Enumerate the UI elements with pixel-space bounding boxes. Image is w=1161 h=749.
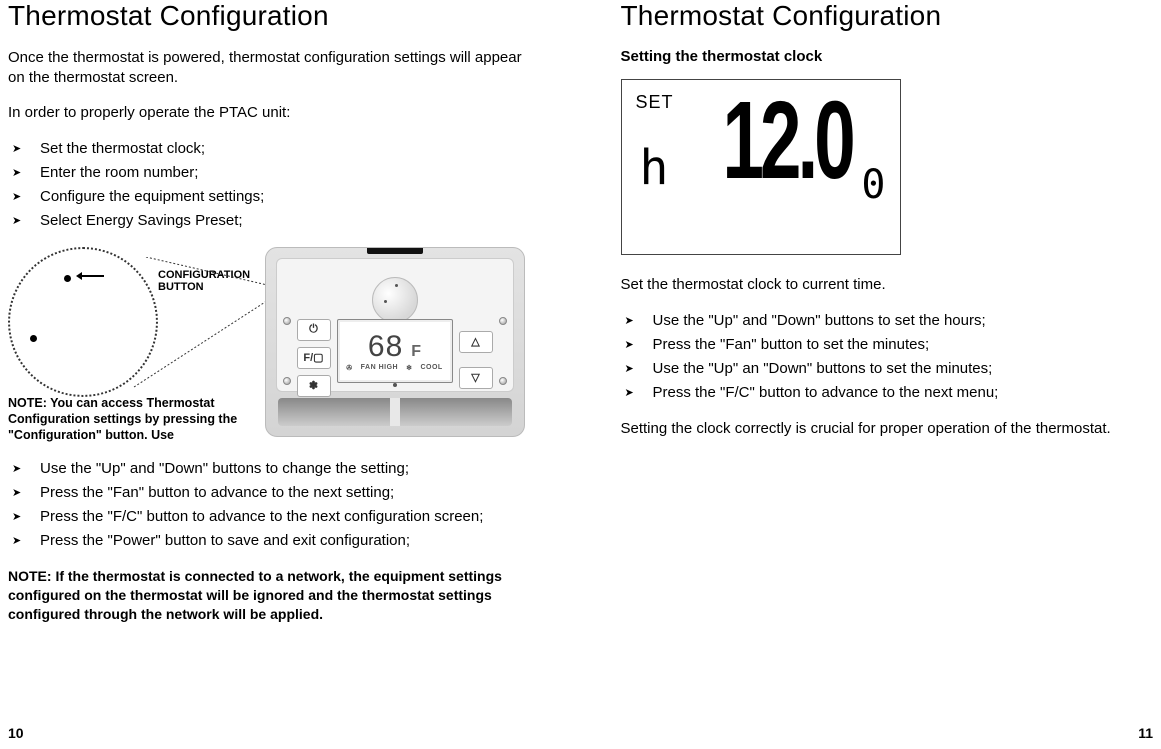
config-button-label: CONFIGURATION BUTTON — [158, 269, 258, 293]
config-button-dot — [64, 275, 71, 282]
lcd-temperature: 68 — [368, 330, 403, 364]
list-item: Set the thermostat clock; — [8, 137, 541, 161]
thermostat-device: ⏻ F/▢ ✽ 68 F ✇ FAN HIGH ❄ COOL — [265, 247, 525, 437]
list-item: Press the "Fan" button to set the minute… — [621, 333, 1154, 357]
lcd-mode-icon: ❄ — [406, 364, 412, 372]
page-number: 10 — [8, 725, 24, 741]
down-button[interactable]: ▽ — [459, 367, 493, 389]
page-10: Thermostat Configuration Once the thermo… — [0, 0, 581, 749]
thermostat-faceplate: ⏻ F/▢ ✽ 68 F ✇ FAN HIGH ❄ COOL — [276, 258, 514, 392]
ir-window — [367, 248, 423, 254]
lcd-hour-indicator: h — [640, 140, 669, 196]
thermostat-diagram: CONFIGURATION BUTTON ⏻ — [8, 247, 541, 447]
lcd-main-digits: 12.0 — [692, 86, 882, 196]
clock-steps-list: Use the "Up" and "Down" buttons to set t… — [621, 309, 1154, 405]
power-button[interactable]: ⏻ — [297, 319, 331, 341]
list-item: Press the "Fan" button to advance to the… — [8, 481, 541, 505]
list-item: Enter the room number; — [8, 161, 541, 185]
lcd-unit: F — [411, 343, 421, 361]
lcd-fan-icon: ✇ — [346, 364, 352, 372]
intro-paragraph-1: Once the thermostat is powered, thermost… — [8, 48, 541, 89]
thermostat-lcd: 68 F ✇ FAN HIGH ❄ COOL — [337, 319, 453, 383]
diagram-note: NOTE: You can access Thermostat Configur… — [8, 395, 238, 444]
screw-icon — [283, 317, 291, 325]
fan-button[interactable]: ✽ — [297, 375, 331, 397]
list-item: Use the "Up" an "Down" buttons to set th… — [621, 357, 1154, 381]
list-item: Select Energy Savings Preset; — [8, 209, 541, 233]
up-button[interactable]: △ — [459, 331, 493, 353]
lcd-mode-text: COOL — [420, 364, 442, 372]
navigation-steps-list: Use the "Up" and "Down" buttons to chang… — [8, 457, 541, 553]
list-item: Use the "Up" and "Down" buttons to set t… — [621, 309, 1154, 333]
intro-paragraph-2: In order to properly operate the PTAC un… — [8, 103, 541, 123]
list-item: Use the "Up" and "Down" buttons to chang… — [8, 457, 541, 481]
screw-icon — [499, 377, 507, 385]
screw-icon — [283, 377, 291, 385]
zoom-circle — [8, 247, 158, 397]
clock-instruction: Set the thermostat clock to current time… — [621, 275, 1154, 295]
clock-importance-note: Setting the clock correctly is crucial f… — [621, 419, 1154, 439]
thumb-dimple — [372, 277, 418, 323]
list-item: Configure the equipment settings; — [8, 185, 541, 209]
secondary-dot — [30, 335, 37, 342]
list-item: Press the "F/C" button to advance to the… — [621, 381, 1154, 405]
setup-steps-list: Set the thermostat clock; Enter the room… — [8, 137, 541, 233]
indicator-dot — [393, 383, 397, 387]
page-title: Thermostat Configuration — [621, 0, 1154, 32]
screw-icon — [499, 317, 507, 325]
page-number: 11 — [1138, 725, 1153, 741]
page-11: Thermostat Configuration Setting the the… — [581, 0, 1161, 749]
network-note: NOTE: If the thermostat is connected to … — [8, 567, 541, 624]
callout-arrow-icon — [78, 275, 104, 277]
list-item: Press the "F/C" button to advance to the… — [8, 505, 541, 529]
list-item: Press the "Power" button to save and exi… — [8, 529, 541, 553]
subheading: Setting the thermostat clock — [621, 48, 1154, 65]
lcd-fan-text: FAN HIGH — [361, 364, 398, 372]
clock-lcd-illustration: SET h 12.0 0 — [621, 79, 901, 255]
page-title: Thermostat Configuration — [8, 0, 541, 32]
device-base — [278, 398, 512, 426]
fc-button[interactable]: F/▢ — [297, 347, 331, 369]
lcd-sub-digit: 0 — [861, 162, 885, 208]
lcd-set-label: SET — [636, 92, 674, 113]
